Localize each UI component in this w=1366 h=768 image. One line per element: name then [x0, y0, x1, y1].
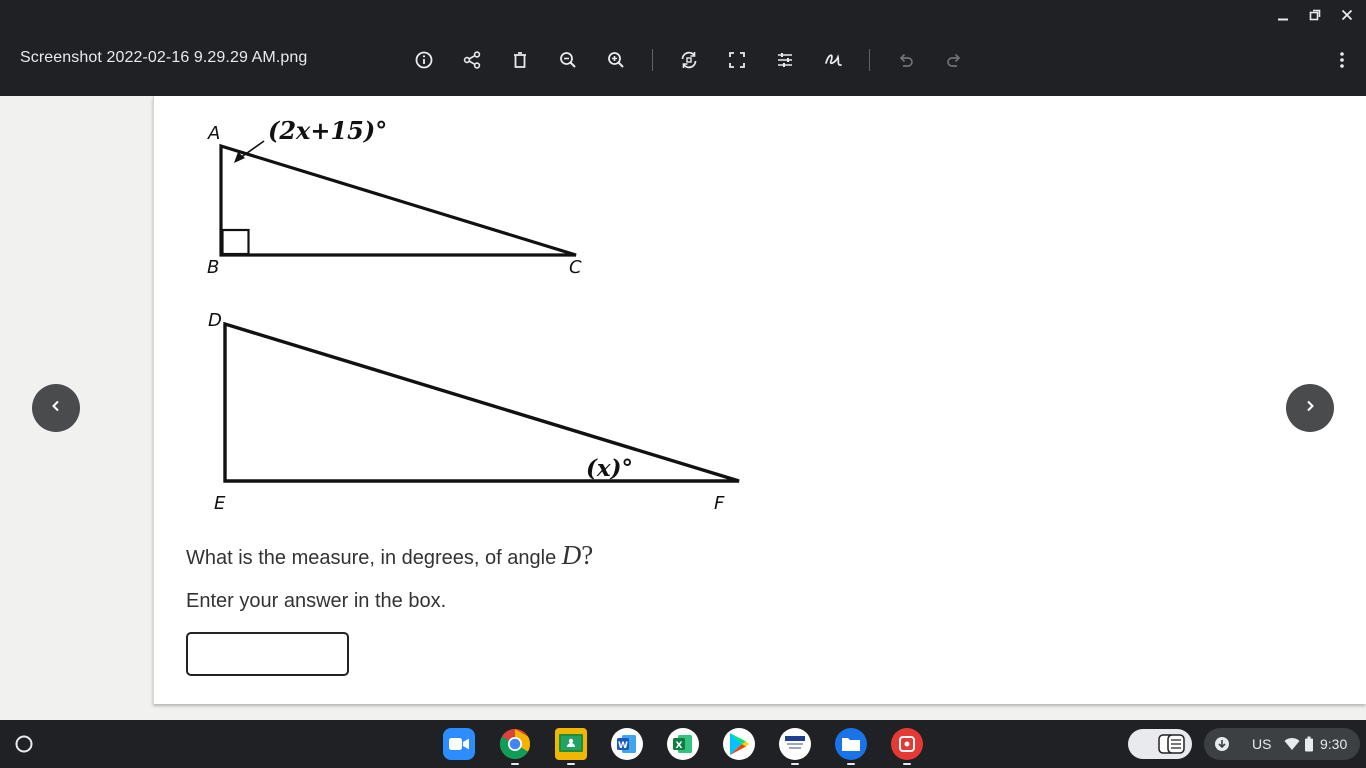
app-screencast[interactable]	[891, 728, 923, 760]
holding-space-thumbnails-icon	[1158, 734, 1185, 754]
svg-text:W: W	[618, 741, 628, 751]
previous-image-button[interactable]	[32, 384, 80, 432]
answer-input[interactable]	[186, 632, 349, 676]
crop-icon[interactable]	[725, 48, 749, 72]
angle-f-label: (x)°	[586, 455, 633, 482]
app-excel[interactable]: X	[667, 728, 699, 760]
restore-icon[interactable]	[1306, 6, 1324, 24]
toolbar-separator	[652, 49, 653, 71]
system-shelf: W X US 9:30	[0, 720, 1366, 768]
running-indicator	[567, 763, 575, 765]
classroom-icon	[559, 734, 583, 752]
app-zoom[interactable]	[443, 728, 475, 760]
wifi-icon	[1284, 737, 1300, 754]
share-icon[interactable]	[460, 48, 484, 72]
minimize-icon[interactable]	[1274, 6, 1292, 24]
triangle-abc	[219, 143, 577, 257]
delete-icon[interactable]	[508, 48, 532, 72]
close-icon[interactable]	[1338, 6, 1356, 24]
window-controls	[1274, 6, 1356, 24]
gallery-topbar: Screenshot 2022-02-16 9.29.29 AM.png	[0, 0, 1366, 96]
more-options-icon[interactable]	[1330, 48, 1354, 72]
screencast-icon	[899, 736, 915, 752]
folder-icon	[842, 738, 860, 751]
question-variable: D	[561, 540, 582, 570]
app-word[interactable]: W	[611, 728, 643, 760]
testnav-icon	[785, 736, 805, 749]
running-indicator	[791, 763, 799, 765]
question-mark: ?	[581, 540, 594, 570]
vertex-label-a: A	[207, 123, 220, 144]
app-play-store[interactable]	[723, 728, 755, 760]
angle-a-label: (2x+15)°	[268, 116, 387, 145]
svg-text:X: X	[676, 741, 683, 751]
launcher-button[interactable]	[11, 731, 37, 757]
chrome-logo-icon	[499, 729, 531, 760]
next-image-button[interactable]	[1286, 384, 1334, 432]
question-text: What is the measure, in degrees, of angl…	[186, 540, 593, 571]
app-files[interactable]	[835, 728, 867, 760]
running-indicator	[903, 763, 911, 765]
chevron-right-icon	[1303, 399, 1317, 418]
zoom-out-icon[interactable]	[556, 48, 580, 72]
chevron-left-icon	[49, 399, 63, 418]
zoom-camera-icon	[449, 738, 469, 750]
screenshot-image: A B C (2x+15)° D E F (x)° What is the me…	[153, 96, 1366, 704]
app-testnav[interactable]	[779, 728, 811, 760]
question-prompt: What is the measure, in degrees, of angl…	[186, 547, 562, 569]
vertex-label-b: B	[207, 257, 219, 278]
rotate-icon[interactable]	[677, 48, 701, 72]
geometry-diagram: A B C (2x+15)° D E F (x)°	[207, 116, 740, 514]
undo-icon[interactable]	[894, 48, 918, 72]
running-indicator	[847, 763, 855, 765]
file-title: Screenshot 2022-02-16 9.29.29 AM.png	[20, 49, 308, 66]
annotate-icon[interactable]	[821, 48, 845, 72]
status-tray[interactable]: US 9:30	[1204, 728, 1360, 760]
toolbar-separator	[869, 49, 870, 71]
input-method-label: US	[1252, 736, 1272, 752]
vertex-label-d: D	[208, 310, 222, 331]
vertex-label-c: C	[569, 257, 582, 278]
battery-icon	[1304, 736, 1314, 755]
info-icon[interactable]	[412, 48, 436, 72]
answer-instruction: Enter your answer in the box.	[186, 590, 447, 612]
triangle-def	[223, 321, 740, 483]
vertex-label-e: E	[214, 493, 226, 514]
vertex-label-f: F	[714, 493, 725, 514]
app-chrome[interactable]	[499, 728, 531, 760]
holding-space-button[interactable]	[1128, 729, 1192, 759]
word-icon: W	[617, 735, 636, 753]
excel-icon: X	[673, 735, 692, 753]
image-viewer: A B C (2x+15)° D E F (x)° What is the me…	[0, 96, 1366, 720]
redo-icon[interactable]	[942, 48, 966, 72]
clock-time: 9:30	[1320, 736, 1348, 752]
zoom-in-icon[interactable]	[604, 48, 628, 72]
play-store-icon	[730, 733, 749, 755]
adjust-icon[interactable]	[773, 48, 797, 72]
app-classroom[interactable]	[555, 728, 587, 760]
running-indicator	[511, 763, 519, 765]
download-icon	[1214, 736, 1230, 755]
right-angle-marker	[221, 228, 250, 256]
